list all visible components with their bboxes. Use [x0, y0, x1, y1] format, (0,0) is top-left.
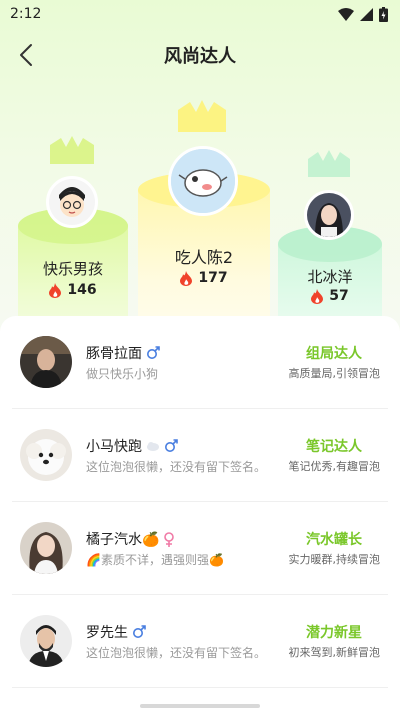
- top-name-third: 北冰洋: [307, 268, 353, 286]
- top-score-third: 57: [278, 288, 382, 304]
- female-icon: [164, 531, 175, 547]
- top-score-second: 146: [18, 282, 128, 298]
- badge-title: 潜力新星: [306, 625, 362, 641]
- badge-description: 高质量局,引领冒泡: [288, 367, 381, 380]
- badge-title: 组局达人: [306, 346, 362, 362]
- badge-description: 实力暖群,持续冒泡: [288, 553, 381, 566]
- podium: 吃人陈2 177 快乐男孩 146 北冰洋 57: [0, 90, 400, 376]
- user-name: 罗先生: [86, 625, 128, 641]
- top-score-first: 177: [138, 270, 270, 286]
- wifi-icon: [338, 7, 354, 21]
- avatar-image: [307, 193, 351, 237]
- male-icon: [165, 439, 178, 452]
- header: 风尚达人: [0, 34, 400, 76]
- status-icons: [338, 6, 388, 22]
- page-title: 风尚达人: [164, 46, 236, 67]
- avatar-image: [20, 615, 72, 667]
- crown-icon: [50, 136, 94, 164]
- list-item[interactable]: 小马快跑 这位泡泡很懒，还没有留下签名。 笔记达人 笔记优秀,有趣冒泡: [12, 409, 388, 502]
- badge-description: 笔记优秀,有趣冒泡: [288, 460, 381, 473]
- user-signature: 这位泡泡很懒，还没有留下签名。: [86, 646, 267, 660]
- user-name-row: 罗先生: [86, 622, 146, 642]
- avatar-image: [20, 336, 72, 388]
- crown-icon: [308, 150, 350, 177]
- user-name: 橘子汽水🍊: [86, 532, 160, 548]
- status-bar: 2:12: [0, 0, 400, 28]
- avatar-image: [20, 429, 72, 481]
- user-name-row: 橘子汽水🍊: [86, 529, 175, 549]
- top-name-second: 快乐男孩: [42, 260, 103, 278]
- user-signature: 做只快乐小狗: [86, 367, 159, 381]
- score-value: 177: [198, 270, 228, 286]
- flame-icon: [311, 288, 324, 304]
- user-name: 小马快跑: [86, 439, 142, 455]
- user-name-row: 小马快跑: [86, 436, 178, 456]
- male-icon: [133, 625, 146, 638]
- user-name: 豚骨拉面: [86, 346, 142, 362]
- avatar[interactable]: [20, 522, 72, 574]
- battery-icon: [379, 6, 388, 22]
- user-signature: 🌈素质不详，遇强则强🍊: [86, 553, 224, 567]
- user-name-row: 豚骨拉面: [86, 343, 160, 363]
- male-icon: [147, 346, 160, 359]
- user-signature: 这位泡泡很懒，还没有留下签名。: [86, 460, 267, 474]
- list-item[interactable]: 橘子汽水🍊 🌈素质不详，遇强则强🍊 汽水罐长 实力暖群,持续冒泡: [12, 502, 388, 595]
- score-value: 146: [67, 282, 97, 298]
- avatar-image: [49, 179, 95, 225]
- top-name-first: 吃人陈2: [174, 248, 234, 267]
- avatar[interactable]: [20, 429, 72, 481]
- avatar-image: [20, 522, 72, 574]
- cloud-emoji-icon: [147, 442, 159, 451]
- score-value: 57: [329, 288, 349, 304]
- badge-title: 笔记达人: [306, 439, 362, 455]
- home-indicator[interactable]: [140, 704, 260, 708]
- list-item[interactable]: 罗先生 这位泡泡很懒，还没有留下签名。 潜力新星 初来驾到,新鲜冒泡: [12, 595, 388, 688]
- signal-icon: [360, 7, 373, 21]
- flame-icon: [49, 282, 62, 298]
- avatar-second[interactable]: [46, 176, 98, 228]
- badge-title: 汽水罐长: [306, 532, 362, 548]
- avatar-third[interactable]: [304, 190, 354, 240]
- avatar[interactable]: [20, 615, 72, 667]
- avatar-image: [171, 149, 235, 213]
- crown-icon: [178, 100, 226, 132]
- avatar-first[interactable]: [168, 146, 238, 216]
- list-item[interactable]: 豚骨拉面 做只快乐小狗 组局达人 高质量局,引领冒泡: [12, 316, 388, 409]
- flame-icon: [180, 270, 193, 286]
- ranking-list: 豚骨拉面 做只快乐小狗 组局达人 高质量局,引领冒泡 小马快跑 这位泡泡很懒，还…: [0, 316, 400, 711]
- avatar[interactable]: [20, 336, 72, 388]
- badge-description: 初来驾到,新鲜冒泡: [288, 646, 381, 659]
- status-time: 2:12: [10, 6, 42, 22]
